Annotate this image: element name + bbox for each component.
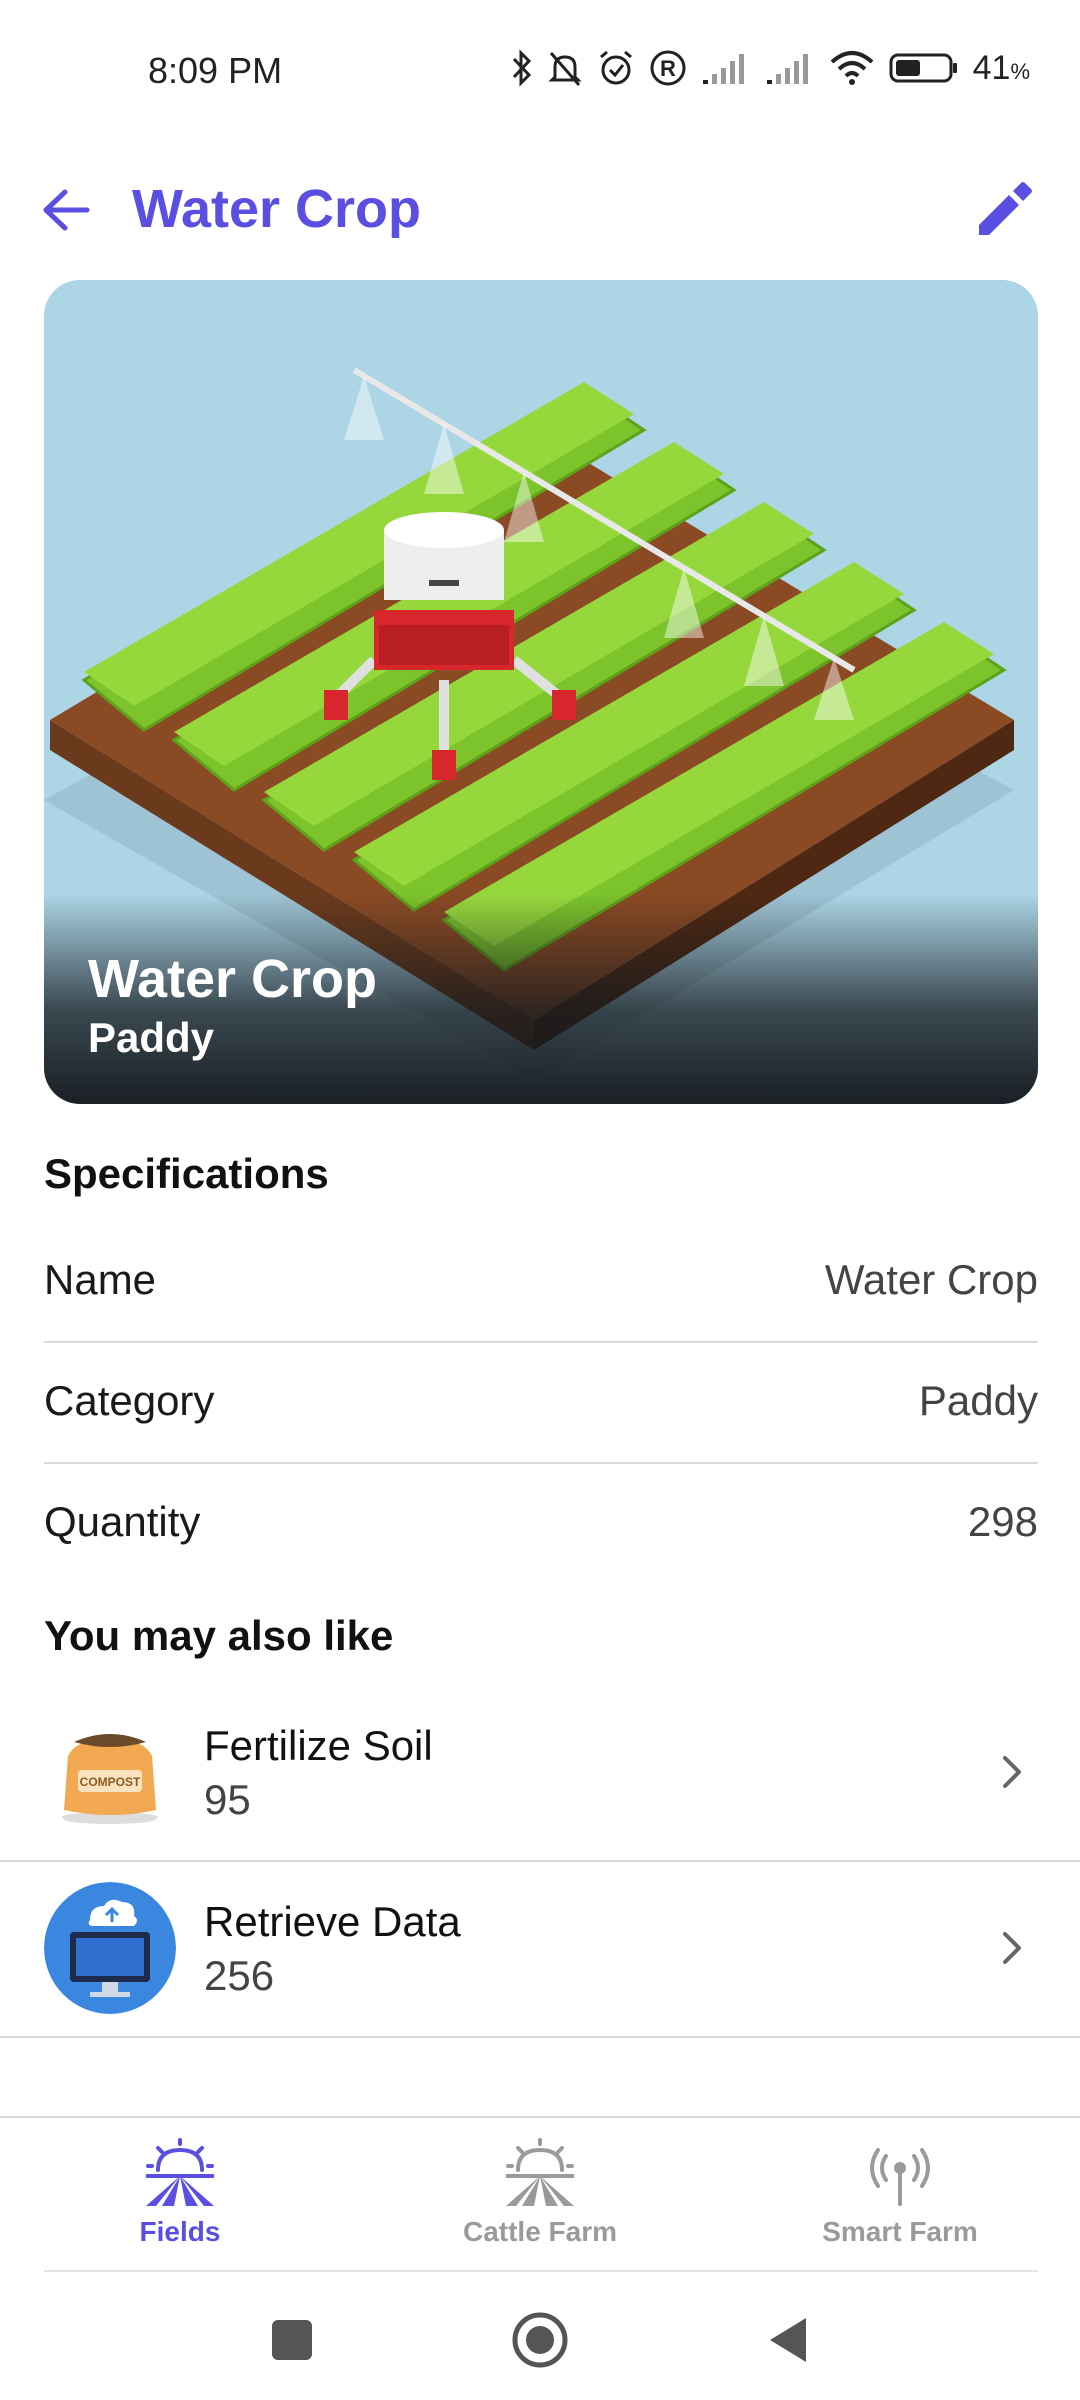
- antenna-signal-icon: [870, 2148, 930, 2206]
- battery-percent: 41%: [972, 48, 1030, 87]
- thumbnail: [44, 1882, 176, 2014]
- svg-text:R: R: [660, 56, 676, 81]
- bell-muted-icon: [547, 52, 582, 86]
- compost-bag-icon: COMPOST: [44, 1706, 176, 1838]
- list-item-fertilize-soil[interactable]: COMPOST Fertilize Soil 95: [0, 1684, 1080, 1860]
- list-item-subtitle: 95: [204, 1776, 251, 1823]
- spec-value: 298: [967, 1498, 1038, 1545]
- chevron-right-icon: [1003, 1756, 1021, 1788]
- svg-text:COMPOST: COMPOST: [80, 1775, 141, 1789]
- spec-row-category: Category Paddy: [44, 1341, 1038, 1461]
- app-bar: Water Crop: [0, 140, 1080, 280]
- status-time: 8:09 PM: [148, 50, 283, 91]
- status-icons: R 41%: [511, 46, 1030, 90]
- list-item-title: Fertilize Soil: [204, 1722, 433, 1769]
- home-circle-icon: [512, 2312, 568, 2368]
- spec-row-name: Name Water Crop: [44, 1220, 1038, 1340]
- status-bar: 8:09 PM R 41%: [0, 0, 1080, 140]
- signal-icon: [766, 54, 808, 84]
- list-item-retrieve-data[interactable]: Retrieve Data 256: [0, 1860, 1080, 2036]
- edit-button[interactable]: [972, 178, 1036, 242]
- spec-label: Quantity: [44, 1498, 201, 1545]
- divider: [44, 2270, 1038, 2272]
- home-button[interactable]: [510, 2310, 570, 2370]
- field-sunrise-icon: [506, 2138, 574, 2206]
- field-sunrise-icon: [146, 2138, 214, 2206]
- spec-label: Category: [44, 1377, 215, 1424]
- back-button[interactable]: [36, 180, 96, 240]
- nav-item-smart-farm[interactable]: Smart Farm: [780, 2138, 1020, 2258]
- spec-value: Paddy: [918, 1377, 1038, 1424]
- recents-button[interactable]: [262, 2310, 322, 2370]
- bluetooth-icon: [512, 49, 531, 87]
- chevron-right-icon: [1003, 1932, 1021, 1964]
- alarm-icon: [599, 50, 632, 85]
- thumbnail: COMPOST: [44, 1706, 176, 1838]
- system-nav-bar: [0, 2280, 1080, 2400]
- battery-icon: [889, 53, 957, 83]
- arrow-left-icon: [43, 189, 90, 231]
- list-item-title: Retrieve Data: [204, 1898, 461, 1945]
- square-icon: [272, 2320, 312, 2360]
- specifications-heading: Specifications: [44, 1150, 329, 1197]
- spec-label: Name: [44, 1256, 157, 1303]
- hero-title: Water Crop: [88, 949, 378, 1009]
- wifi-icon: [830, 51, 873, 85]
- cloud-computer-icon: [44, 1882, 176, 2014]
- list-item-subtitle: 256: [204, 1952, 275, 1999]
- nav-label: Smart Farm: [822, 2216, 978, 2247]
- recommendations-heading: You may also like: [44, 1612, 394, 1659]
- nav-label: Fields: [139, 2216, 221, 2247]
- nav-item-cattle-farm[interactable]: Cattle Farm: [420, 2138, 660, 2258]
- registered-icon: R: [650, 50, 686, 86]
- pencil-icon: [979, 182, 1032, 235]
- hero-image: Water Crop Paddy: [44, 280, 1038, 1104]
- signal-icon: [702, 54, 744, 84]
- spec-value: Water Crop: [824, 1256, 1038, 1303]
- divider: [0, 2036, 1080, 2038]
- nav-label: Cattle Farm: [462, 2216, 618, 2247]
- hero-subtitle: Paddy: [88, 1014, 215, 1061]
- bottom-nav: Fields Cattle Farm Smart Farm: [0, 2116, 1080, 2272]
- page-title: Water Crop: [132, 179, 422, 239]
- nav-item-fields[interactable]: Fields: [60, 2138, 300, 2258]
- spec-row-quantity: Quantity 298: [44, 1462, 1038, 1582]
- back-system-button[interactable]: [758, 2310, 818, 2370]
- triangle-back-icon: [770, 2318, 806, 2362]
